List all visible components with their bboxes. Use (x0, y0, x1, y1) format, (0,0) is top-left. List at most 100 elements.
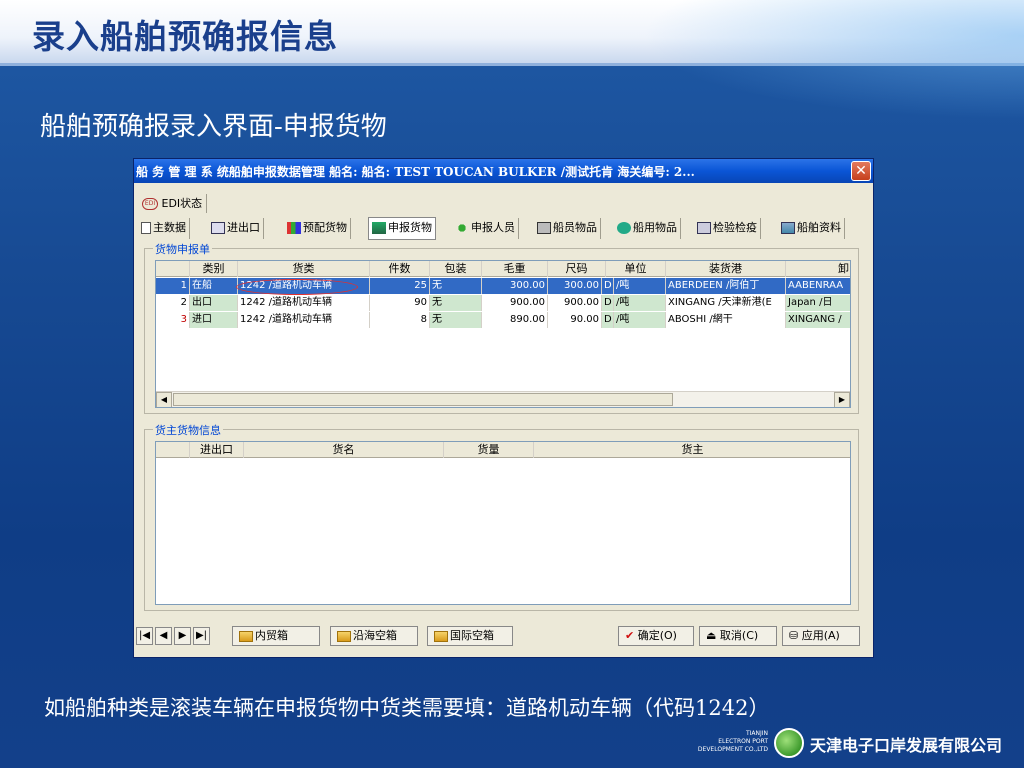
owner-cargo-grid[interactable]: 进出口 货名 货量 货主 (155, 441, 851, 605)
column-header[interactable]: 卸 (786, 261, 850, 277)
edi-icon: EDI (142, 198, 158, 210)
coastal-empty-container-button[interactable]: 沿海空箱 (330, 626, 418, 646)
cargo-icon (372, 222, 386, 234)
column-header[interactable]: 包装 (430, 261, 482, 277)
column-header[interactable]: 货名 (244, 442, 444, 458)
column-header[interactable]: 货主 (534, 442, 850, 458)
apply-icon: ⛁ (789, 629, 799, 642)
tab-main-data[interactable]: 主数据 (138, 218, 190, 239)
cell-cargo[interactable]: 1242 /道路机动车辆 (238, 312, 370, 328)
cell-pack[interactable]: 无 (430, 312, 482, 328)
cell-unit[interactable]: /吨 (614, 295, 666, 311)
cell-unit[interactable]: /吨 (614, 278, 666, 294)
tab-ship-info[interactable]: 船舶资料 (778, 218, 845, 239)
cell-pieces[interactable]: 25 (370, 278, 430, 294)
last-record-icon[interactable]: ▶| (193, 627, 210, 645)
tab-label: 申报货物 (388, 221, 432, 234)
previous-record-icon[interactable]: ◀ (155, 627, 172, 645)
button-label: 确定(O) (637, 629, 677, 642)
cargo-declaration-grid[interactable]: 类别 货类 件数 包装 毛重 尺码 单位 装货港 卸 1 在船 1242 /道路… (155, 260, 851, 408)
cell-measure[interactable]: 90.00 (548, 312, 602, 328)
cell-load-port[interactable]: ABERDEEN /阿伯丁 (666, 278, 786, 294)
cell-unit[interactable]: /吨 (614, 312, 666, 328)
slide-note: 如船舶种类是滚装车辆在申报货物中货类需要填：道路机动车辆（代码1242） (44, 696, 770, 720)
cell-type[interactable]: 出口 (190, 295, 238, 311)
table-row[interactable]: 3 进口 1242 /道路机动车辆 8 无 890.00 90.00 D /吨 … (156, 312, 850, 328)
column-header[interactable]: 单位 (606, 261, 666, 277)
tab-preassigned-cargo[interactable]: 预配货物 (284, 218, 351, 239)
domestic-container-button[interactable]: 内贸箱 (232, 626, 320, 646)
column-header[interactable]: 货量 (444, 442, 534, 458)
cell-discharge-port[interactable]: AABENRAA (786, 278, 850, 294)
table-row[interactable]: 2 出口 1242 /道路机动车辆 90 无 900.00 900.00 D /… (156, 295, 850, 311)
tab-bar: 主数据 进出口 预配货物 申报货物 申报人员 船员物品 船用物品 检验检疫 船舶… (138, 217, 873, 240)
cell-cargo[interactable]: 1242 /道路机动车辆 (238, 295, 370, 311)
first-record-icon[interactable]: |◀ (136, 627, 153, 645)
cell-pieces[interactable]: 8 (370, 312, 430, 328)
folder-icon (239, 630, 253, 642)
button-label: 取消(C) (719, 629, 759, 642)
column-header[interactable]: 进出口 (190, 442, 244, 458)
column-header[interactable]: 类别 (190, 261, 238, 277)
tab-declared-cargo[interactable]: 申报货物 (368, 217, 436, 240)
scroll-thumb[interactable] (173, 393, 673, 406)
cell-gross[interactable]: 900.00 (482, 295, 548, 311)
next-record-icon[interactable]: ▶ (174, 627, 191, 645)
close-icon[interactable]: ✕ (851, 161, 871, 181)
tab-label: 预配货物 (303, 221, 347, 234)
button-label: 应用(A) (801, 629, 840, 642)
tab-inspection-quarantine[interactable]: 检验检疫 (694, 218, 761, 239)
cargo-declaration-group: 货物申报单 类别 货类 件数 包装 毛重 尺码 单位 装货港 卸 1 在船 12… (144, 241, 859, 414)
cell-gross[interactable]: 300.00 (482, 278, 548, 294)
brand-english: TIANJIN ELECTRON PORT DEVELOPMENT CO.,LT… (692, 730, 768, 754)
tab-crew-items[interactable]: 船员物品 (534, 218, 601, 239)
cell-measure[interactable]: 900.00 (548, 295, 602, 311)
apply-button[interactable]: ⛁ 应用(A) (782, 626, 860, 646)
edi-status-button[interactable]: EDI EDI状态 (138, 194, 208, 213)
column-header[interactable]: 尺码 (548, 261, 606, 277)
ship-picture-icon (781, 222, 795, 234)
cell-discharge-port[interactable]: XINGANG / (786, 312, 850, 328)
highlight-oval (236, 279, 358, 295)
cell-pieces[interactable]: 90 (370, 295, 430, 311)
cell-pack[interactable]: 无 (430, 278, 482, 294)
horizontal-scrollbar[interactable]: ◀ ▶ (156, 391, 850, 407)
tab-import-export[interactable]: 进出口 (208, 218, 264, 239)
tab-label: 船舶资料 (797, 221, 841, 234)
tab-declared-personnel[interactable]: 申报人员 (452, 218, 519, 239)
cell-load-port[interactable]: XINGANG /天津新港(E (666, 295, 786, 311)
row-index: 1 (156, 278, 190, 294)
scroll-right-icon[interactable]: ▶ (834, 392, 850, 407)
tab-label: 主数据 (153, 221, 186, 234)
international-empty-container-button[interactable]: 国际空箱 (427, 626, 513, 646)
owner-cargo-legend: 货主货物信息 (153, 422, 223, 438)
ok-button[interactable]: ✔ 确定(O) (618, 626, 694, 646)
chart-icon (287, 222, 301, 234)
bottom-toolbar: |◀ ◀ ▶ ▶| 内贸箱 沿海空箱 国际空箱 ✔ 确定(O) ⏏ 取消(C) … (134, 621, 873, 651)
ship-declaration-window: 船 务 管 理 系 统船舶申报数据管理 船名: 船名: TEST TOUCAN … (133, 158, 874, 658)
cell-type[interactable]: 在船 (190, 278, 238, 294)
cell-measure[interactable]: 300.00 (548, 278, 602, 294)
edi-status-label: EDI状态 (161, 197, 203, 210)
cell-gross[interactable]: 890.00 (482, 312, 548, 328)
owner-cargo-group: 货主货物信息 进出口 货名 货量 货主 (144, 422, 859, 611)
person-icon (455, 222, 469, 234)
column-header[interactable]: 货类 (238, 261, 370, 277)
column-header[interactable]: 件数 (370, 261, 430, 277)
row-index: 3 (156, 312, 190, 328)
cancel-button[interactable]: ⏏ 取消(C) (699, 626, 777, 646)
cell-load-port[interactable]: ABOSHI /網干 (666, 312, 786, 328)
tab-label: 进出口 (227, 221, 260, 234)
cell-unit-code: D (602, 278, 614, 294)
company-brand: TIANJIN ELECTRON PORT DEVELOPMENT CO.,LT… (692, 726, 1018, 760)
cell-type[interactable]: 进口 (190, 312, 238, 328)
tab-ship-items[interactable]: 船用物品 (614, 218, 681, 239)
cell-pack[interactable]: 无 (430, 295, 482, 311)
column-header[interactable]: 装货港 (666, 261, 786, 277)
column-header[interactable]: 毛重 (482, 261, 548, 277)
tab-label: 船员物品 (553, 221, 597, 234)
scroll-left-icon[interactable]: ◀ (156, 392, 172, 407)
window-titlebar[interactable]: 船 务 管 理 系 统船舶申报数据管理 船名: 船名: TEST TOUCAN … (134, 159, 873, 183)
cell-discharge-port[interactable]: Japan /日 (786, 295, 850, 311)
grid-header: 类别 货类 件数 包装 毛重 尺码 单位 装货港 卸 (156, 261, 850, 277)
